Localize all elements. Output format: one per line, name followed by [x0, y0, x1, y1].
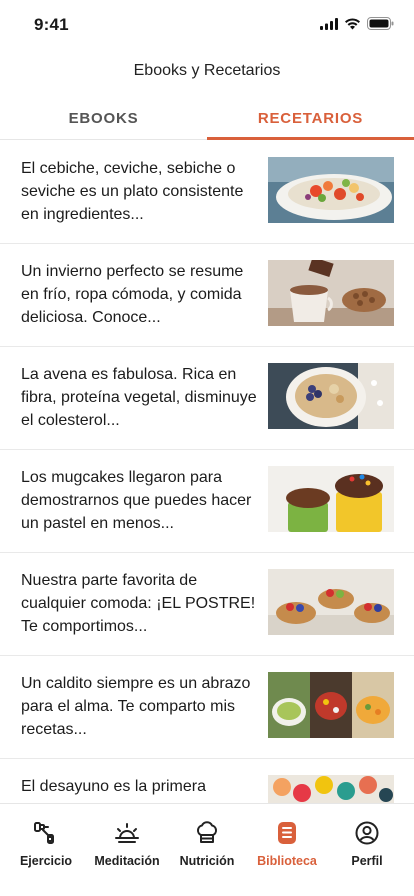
book-icon	[246, 818, 328, 848]
list-item[interactable]: El desayuno es la primera	[0, 759, 414, 803]
hot-chocolate-image	[268, 260, 394, 326]
recipe-list: El cebiche, ceviche, sebiche o seviche e…	[0, 141, 414, 803]
item-description: Los mugcakes llegaron para demostrarnos …	[21, 469, 252, 532]
wifi-icon	[345, 17, 360, 29]
breakfast-image	[268, 775, 394, 803]
oatmeal-image	[268, 363, 394, 429]
item-description: El cebiche, ceviche, sebiche o seviche e…	[21, 160, 244, 223]
user-icon	[326, 818, 408, 848]
tabbar-item-meditacion[interactable]: Meditación	[86, 818, 168, 868]
item-description: El desayuno es la primera	[21, 778, 206, 795]
tabbar-label: Nutrición	[179, 854, 235, 868]
status-time: 9:41	[34, 15, 69, 34]
tabbar-label: Perfil	[351, 854, 383, 868]
list-item[interactable]: Un invierno perfecto se resume en frío, …	[0, 244, 414, 347]
bottom-tab-bar: Ejercicio Meditación Nutrición Bibliotec…	[0, 803, 414, 896]
page-title: Ebooks y Recetarios	[133, 62, 281, 79]
list-item[interactable]: La avena es fabulosa. Rica en fibra, pro…	[0, 347, 414, 450]
tab-ebooks[interactable]: EBOOKS	[0, 100, 207, 140]
status-bar: 9:41	[0, 0, 414, 50]
item-description: Un caldito siempre es un abrazo para el …	[21, 675, 251, 738]
item-description: La avena es fabulosa. Rica en fibra, pro…	[21, 366, 257, 429]
list-item[interactable]: Un caldito siempre es un abrazo para el …	[0, 656, 414, 759]
mugcakes-image	[268, 466, 394, 532]
tabbar-item-ejercicio[interactable]: Ejercicio	[5, 818, 87, 868]
tab-active-indicator	[207, 137, 414, 140]
tabbar-item-perfil[interactable]: Perfil	[326, 818, 408, 868]
soups-image	[268, 672, 394, 738]
segment-tabs: EBOOKS RECETARIOS	[0, 100, 414, 140]
tabbar-item-nutricion[interactable]: Nutrición	[166, 818, 248, 868]
fruit-tarts-image	[268, 569, 394, 635]
tabbar-label: Biblioteca	[257, 854, 317, 868]
tabbar-item-biblioteca[interactable]: Biblioteca	[246, 818, 328, 868]
signal-icon	[320, 17, 338, 30]
tabbar-label: Ejercicio	[19, 854, 73, 868]
dumbbell-icon	[5, 818, 87, 848]
ceviche-image	[268, 157, 394, 223]
item-description: Nuestra parte favorita de cualquier como…	[21, 572, 256, 635]
battery-icon	[367, 17, 394, 30]
list-item[interactable]: El cebiche, ceviche, sebiche o seviche e…	[0, 141, 414, 244]
list-item[interactable]: Nuestra parte favorita de cualquier como…	[0, 553, 414, 656]
list-item[interactable]: Los mugcakes llegaron para demostrarnos …	[0, 450, 414, 553]
chef-hat-icon	[166, 818, 248, 848]
status-icons	[320, 17, 394, 30]
tab-recetarios[interactable]: RECETARIOS	[207, 100, 414, 140]
sunrise-icon	[86, 818, 168, 848]
item-description: Un invierno perfecto se resume en frío, …	[21, 263, 244, 326]
tabbar-label: Meditación	[94, 854, 160, 868]
